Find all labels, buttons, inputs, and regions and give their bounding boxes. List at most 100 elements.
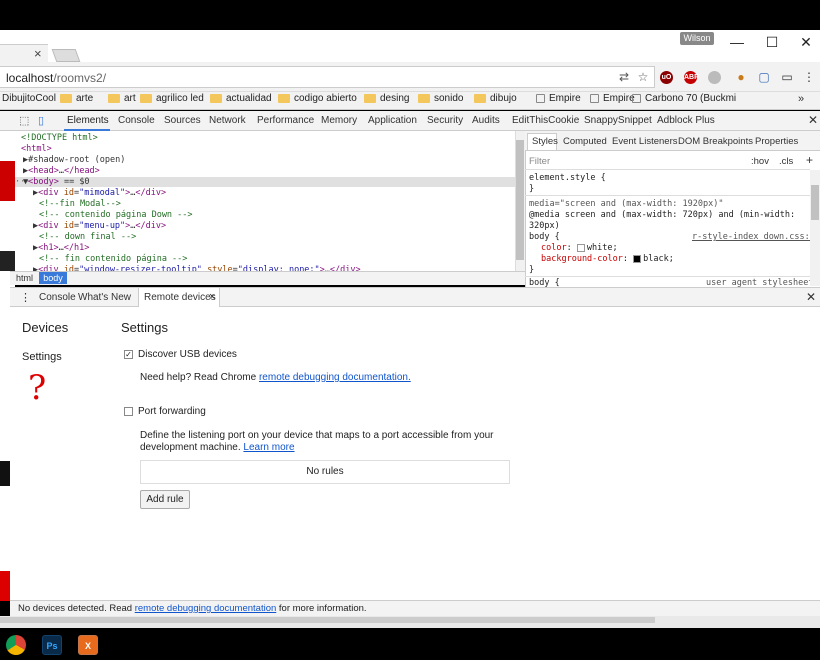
profile-badge[interactable]: Wilson xyxy=(680,32,714,45)
horizontal-scrollbar[interactable] xyxy=(0,617,655,623)
dom-node[interactable]: ▶#shadow-root (open) xyxy=(15,155,515,165)
tab-close-icon[interactable]: × xyxy=(34,46,42,61)
minimize-button[interactable]: — xyxy=(722,34,752,50)
sidebar-item-settings[interactable]: Settings xyxy=(22,351,62,363)
dom-node[interactable]: <!-- fin contenido página --> xyxy=(15,254,515,264)
css-element-style[interactable]: element.style { xyxy=(529,173,606,183)
tab-elements[interactable]: Elements xyxy=(67,115,109,126)
css-declaration[interactable]: color: white; xyxy=(541,243,618,253)
drawer-tab-remote-devices[interactable]: Remote devices xyxy=(144,292,216,303)
help-link[interactable]: remote debugging documentation. xyxy=(259,372,411,383)
tab-editthiscookie[interactable]: EditThisCookie xyxy=(512,115,579,126)
elements-tree[interactable]: <!DOCTYPE html> <html> ▶#shadow-root (open… xyxy=(15,131,525,271)
devtools-close-icon[interactable]: ✕ xyxy=(808,113,818,127)
bookmark-item[interactable]: codigo abierto xyxy=(278,93,357,104)
cookie-icon[interactable]: ● xyxy=(734,70,748,84)
bookmark-item[interactable]: sonido xyxy=(418,93,463,104)
discover-usb-checkbox[interactable]: ✓ xyxy=(124,350,133,359)
learn-more-link[interactable]: Learn more xyxy=(243,442,294,453)
new-tab-button[interactable] xyxy=(51,49,81,62)
bookmark-item[interactable]: DibujitoCool xyxy=(2,93,56,104)
sidebar-item-devices[interactable]: Devices xyxy=(22,320,68,335)
drawer-close-icon[interactable]: ✕ xyxy=(806,290,816,304)
breadcrumb-body[interactable]: body xyxy=(39,272,67,284)
dom-node[interactable]: <!--fin Modal--> xyxy=(15,199,515,209)
css-source-link[interactable]: r-style-index down.css:3 xyxy=(692,232,815,242)
dom-node[interactable]: ▶<div id="menu-up">…</div> xyxy=(15,221,515,231)
discover-usb-label[interactable]: Discover USB devices xyxy=(138,349,237,360)
css-declaration[interactable]: background-color: black; xyxy=(541,254,674,264)
port-forwarding-label[interactable]: Port forwarding xyxy=(138,406,206,417)
add-rule-button[interactable]: Add rule xyxy=(140,490,190,509)
dom-node[interactable]: <!DOCTYPE html> xyxy=(15,133,515,143)
close-window-button[interactable]: ✕ xyxy=(791,34,820,51)
dom-node[interactable]: <!-- down final --> xyxy=(15,232,515,242)
drawer-menu-icon[interactable]: ⋮ xyxy=(20,291,31,304)
bookmark-item[interactable]: arte xyxy=(60,93,93,104)
styles-tab-computed[interactable]: Computed xyxy=(563,136,607,147)
cls-toggle[interactable]: .cls xyxy=(779,156,793,167)
tab-adblock-plus[interactable]: Adblock Plus xyxy=(657,115,715,126)
tab-console[interactable]: Console xyxy=(118,115,155,126)
color-swatch-icon[interactable] xyxy=(576,243,585,252)
tab-snappysnippet[interactable]: SnappySnippet xyxy=(584,115,652,126)
styles-filter-input[interactable]: Filter xyxy=(529,156,550,167)
folder-icon xyxy=(364,94,376,103)
tab-security[interactable]: Security xyxy=(427,115,463,126)
bookmark-item[interactable]: Carbono 70 (Buckmi xyxy=(632,93,736,104)
tab-audits[interactable]: Audits xyxy=(472,115,500,126)
bookmark-item[interactable]: Empire xyxy=(536,93,581,104)
tab-network[interactable]: Network xyxy=(209,115,246,126)
styles-tab-properties[interactable]: Properties xyxy=(755,136,798,147)
translate-icon[interactable]: ⇄ xyxy=(617,70,631,84)
elements-scroll-thumb[interactable] xyxy=(516,140,524,260)
color-swatch-icon[interactable] xyxy=(633,254,642,263)
photoshop-icon[interactable]: Ps xyxy=(42,635,62,655)
styles-tab-event-listeners[interactable]: Event Listeners xyxy=(612,136,677,147)
device-toggle-icon[interactable]: ▯ xyxy=(38,114,44,127)
styles-scroll-thumb[interactable] xyxy=(811,185,819,220)
tab-memory[interactable]: Memory xyxy=(321,115,357,126)
menu-icon[interactable]: ⋮ xyxy=(802,70,816,84)
breadcrumb-html[interactable]: html xyxy=(16,273,33,283)
dom-node[interactable]: ▼<body> == $0 xyxy=(15,177,515,187)
bookmark-item[interactable]: agrilico led xyxy=(140,93,204,104)
new-rule-icon[interactable]: + xyxy=(806,153,813,167)
ellipsis-icon[interactable]: ··· xyxy=(15,177,30,187)
drawer-tab-what-s-new[interactable]: What's New xyxy=(78,292,131,303)
hov-toggle[interactable]: :hov xyxy=(751,156,769,167)
url-text[interactable]: localhost/roomvs2/ xyxy=(6,71,106,85)
snippet-icon[interactable]: ▢ xyxy=(757,70,771,84)
css-media-query: @media screen and (max-width: 720px) and… xyxy=(529,210,796,220)
dom-node[interactable]: ▶<head>…</head> xyxy=(15,166,515,176)
drawer-tab-console[interactable]: Console xyxy=(39,292,76,303)
dom-node[interactable]: <html> xyxy=(15,144,515,154)
dom-node[interactable]: ▶<h1>…</h1> xyxy=(15,243,515,253)
status-link[interactable]: remote debugging documentation xyxy=(135,603,277,614)
xampp-icon[interactable]: X xyxy=(78,635,98,655)
tab-close-icon[interactable]: × xyxy=(209,291,215,303)
dom-node[interactable]: <!-- contenido página Down --> xyxy=(15,210,515,220)
bookmark-item[interactable]: desing xyxy=(364,93,409,104)
bookmark-item[interactable]: actualidad xyxy=(210,93,272,104)
tab-application[interactable]: Application xyxy=(368,115,417,126)
bookmark-item[interactable]: dibujo xyxy=(474,93,517,104)
cast-icon[interactable]: ▭ xyxy=(780,70,794,84)
maximize-button[interactable]: ☐ xyxy=(757,34,787,51)
css-selector[interactable]: body { xyxy=(529,232,560,242)
port-forwarding-checkbox[interactable] xyxy=(124,407,133,416)
tab-sources[interactable]: Sources xyxy=(164,115,201,126)
tab-performance[interactable]: Performance xyxy=(257,115,314,126)
styles-tab-dom-breakpoints[interactable]: DOM Breakpoints xyxy=(678,136,753,147)
extension-icon[interactable] xyxy=(708,71,721,84)
chrome-icon[interactable] xyxy=(6,635,26,655)
extension-icon[interactable]: uO xyxy=(660,71,673,84)
bookmark-item[interactable]: art xyxy=(108,93,136,104)
extension-icon[interactable]: ABP xyxy=(684,71,699,84)
bookmarks-overflow-icon[interactable]: » xyxy=(798,93,804,105)
inspect-icon[interactable]: ⬚ xyxy=(19,114,29,127)
bookmark-star-icon[interactable]: ☆ xyxy=(636,70,650,84)
styles-tab-styles[interactable]: Styles xyxy=(532,136,558,147)
dom-node[interactable]: ▶<div id="mimodal">…</div> xyxy=(15,188,515,198)
bookmark-item[interactable]: Empire xyxy=(590,93,635,104)
